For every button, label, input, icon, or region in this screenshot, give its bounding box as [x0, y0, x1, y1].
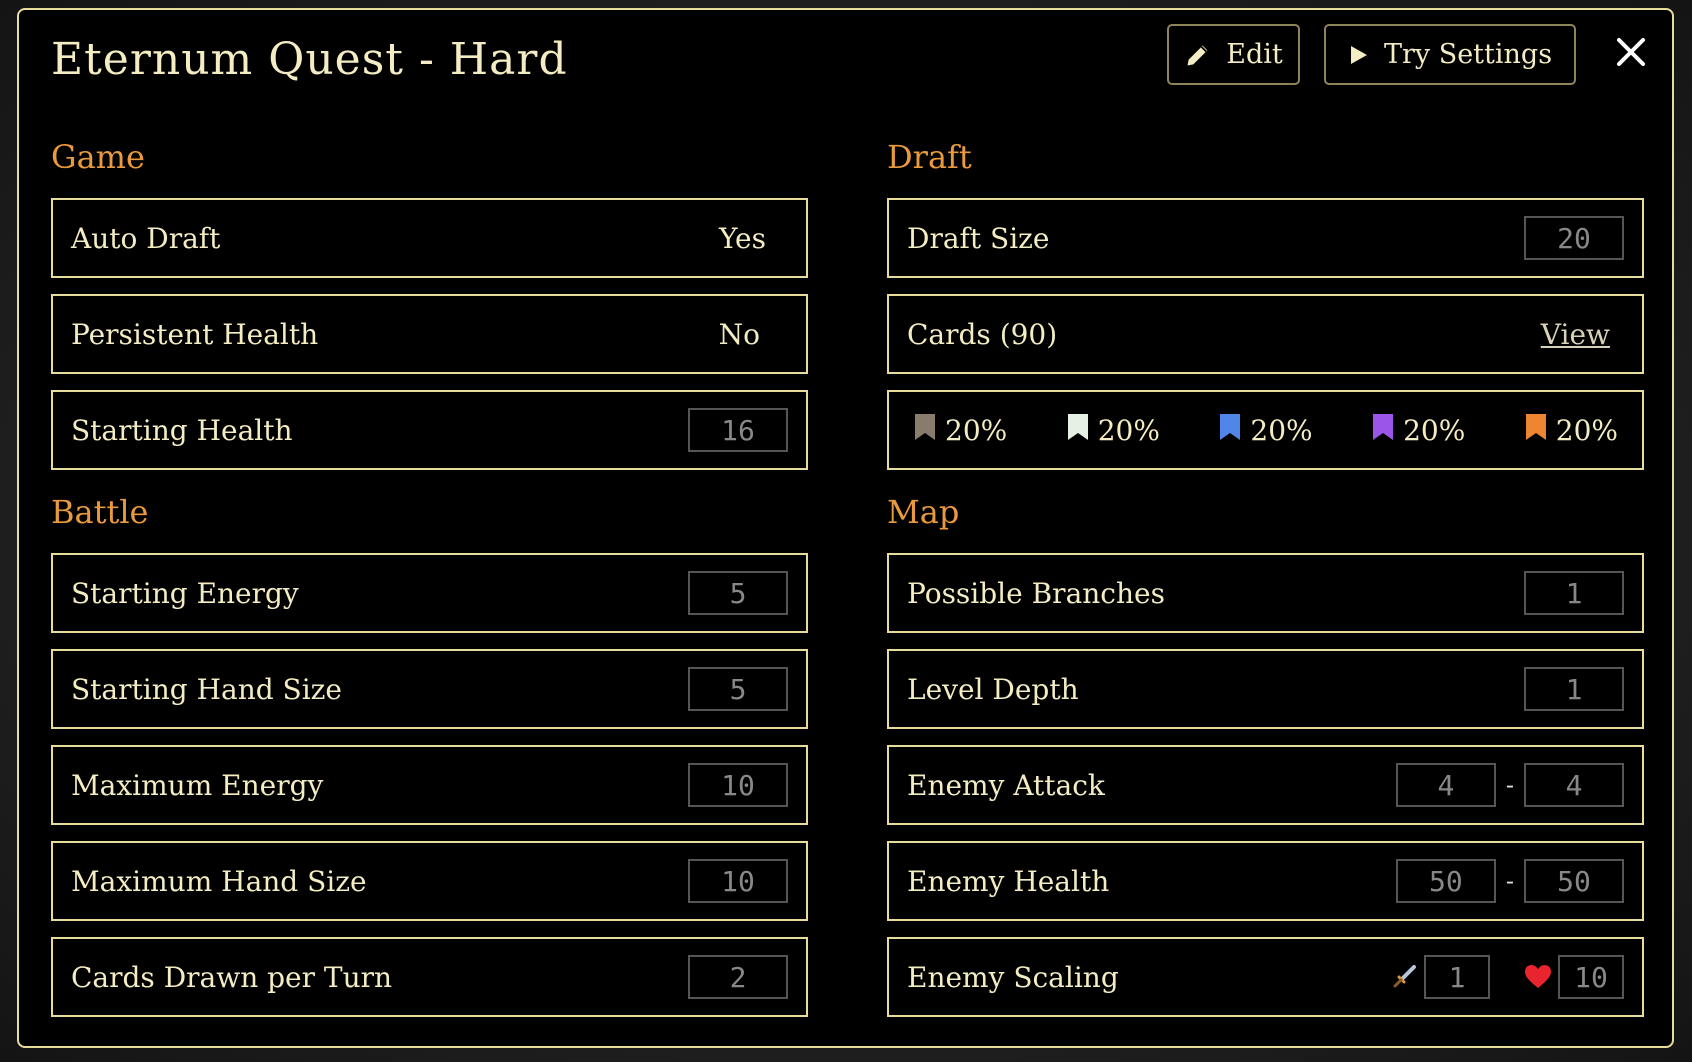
row-maximum-energy: Maximum Energy 10 — [51, 745, 808, 825]
section-title-game: Game — [51, 138, 145, 176]
starting-hand-size-label: Starting Hand Size — [71, 672, 343, 706]
maximum-energy-field[interactable]: 10 — [688, 763, 788, 807]
bookmark-icon — [1218, 412, 1242, 449]
maximum-energy-label: Maximum Energy — [71, 768, 324, 802]
bookmark-icon — [913, 412, 937, 449]
level-depth-field[interactable]: 1 — [1524, 667, 1624, 711]
edit-button[interactable]: Edit — [1167, 24, 1300, 85]
cards-label: Cards (90) — [907, 317, 1058, 351]
enemy-attack-label: Enemy Attack — [907, 768, 1105, 802]
possible-branches-field[interactable]: 1 — [1524, 571, 1624, 615]
enemy-health-max-field[interactable]: 50 — [1524, 859, 1624, 903]
rarity-legendary-value: 20% — [1555, 413, 1618, 447]
rarity-epic[interactable]: 20% — [1371, 412, 1465, 449]
row-enemy-health: Enemy Health 50 - 50 — [887, 841, 1644, 921]
rarity-epic-value: 20% — [1403, 413, 1466, 447]
rarity-rare[interactable]: 20% — [1218, 412, 1313, 449]
persistent-health-label: Persistent Health — [71, 317, 319, 351]
starting-energy-label: Starting Energy — [71, 576, 299, 610]
sword-icon — [1390, 963, 1418, 991]
row-starting-hand-size: Starting Hand Size 5 — [51, 649, 808, 729]
starting-health-field[interactable]: 16 — [688, 408, 788, 452]
range-dash: - — [1505, 771, 1514, 799]
cards-drawn-label: Cards Drawn per Turn — [71, 960, 393, 994]
scaling-attack-field[interactable]: 1 — [1424, 955, 1490, 999]
starting-energy-field[interactable]: 5 — [688, 571, 788, 615]
draft-size-field[interactable]: 20 — [1524, 216, 1624, 260]
view-cards-link[interactable]: View — [1541, 318, 1610, 351]
section-title-battle: Battle — [51, 493, 149, 531]
row-starting-energy: Starting Energy 5 — [51, 553, 808, 633]
row-cards-drawn-per-turn: Cards Drawn per Turn 2 — [51, 937, 808, 1017]
auto-draft-label: Auto Draft — [71, 221, 221, 255]
close-icon — [1615, 36, 1647, 72]
row-enemy-scaling: Enemy Scaling 1 10 — [887, 937, 1644, 1017]
row-persistent-health: Persistent Health No — [51, 294, 808, 374]
enemy-health-label: Enemy Health — [907, 864, 1110, 898]
enemy-attack-min-field[interactable]: 4 — [1395, 763, 1496, 807]
rarity-uncommon[interactable]: 20% — [1066, 412, 1160, 449]
section-title-draft: Draft — [887, 138, 972, 176]
persistent-health-value: No — [718, 317, 760, 351]
rarity-common-value: 20% — [945, 413, 1008, 447]
play-icon — [1348, 43, 1370, 67]
enemy-health-min-field[interactable]: 50 — [1395, 859, 1496, 903]
maximum-hand-size-field[interactable]: 10 — [688, 859, 788, 903]
rarity-legendary[interactable]: 20% — [1524, 412, 1618, 449]
row-enemy-attack: Enemy Attack 4 - 4 — [887, 745, 1644, 825]
row-level-depth: Level Depth 1 — [887, 649, 1644, 729]
auto-draft-value: Yes — [719, 221, 766, 255]
close-button[interactable] — [1611, 34, 1651, 74]
bookmark-icon — [1371, 412, 1395, 449]
row-draft-size: Draft Size 20 — [887, 198, 1644, 278]
row-possible-branches: Possible Branches 1 — [887, 553, 1644, 633]
row-maximum-hand-size: Maximum Hand Size 10 — [51, 841, 808, 921]
cards-drawn-field[interactable]: 2 — [688, 955, 788, 999]
possible-branches-label: Possible Branches — [907, 576, 1165, 610]
try-settings-label: Try Settings — [1383, 39, 1553, 70]
rarity-list: 20% 20% 20% 20% 20% — [889, 412, 1642, 449]
rarity-rare-value: 20% — [1250, 413, 1313, 447]
scaling-health-field[interactable]: 10 — [1558, 955, 1624, 999]
settings-modal: Eternum Quest - Hard Edit Try Settings G… — [17, 8, 1674, 1048]
range-dash: - — [1505, 867, 1514, 895]
rarity-uncommon-value: 20% — [1097, 413, 1160, 447]
pencil-icon — [1184, 41, 1212, 69]
row-starting-health: Starting Health 16 — [51, 390, 808, 470]
bookmark-icon — [1524, 412, 1548, 449]
enemy-attack-max-field[interactable]: 4 — [1524, 763, 1624, 807]
row-cards: Cards (90) View — [887, 294, 1644, 374]
maximum-hand-size-label: Maximum Hand Size — [71, 864, 367, 898]
starting-hand-size-field[interactable]: 5 — [688, 667, 788, 711]
draft-size-label: Draft Size — [907, 221, 1050, 255]
heart-icon — [1524, 964, 1552, 990]
rarity-common[interactable]: 20% — [913, 412, 1007, 449]
edit-button-label: Edit — [1226, 39, 1283, 70]
starting-health-label: Starting Health — [71, 413, 293, 447]
try-settings-button[interactable]: Try Settings — [1324, 24, 1576, 85]
modal-title: Eternum Quest - Hard — [51, 34, 568, 85]
bookmark-icon — [1066, 412, 1090, 449]
section-title-map: Map — [887, 493, 960, 531]
row-rarity-distribution: 20% 20% 20% 20% 20% — [887, 390, 1644, 470]
row-auto-draft: Auto Draft Yes — [51, 198, 808, 278]
level-depth-label: Level Depth — [907, 672, 1079, 706]
enemy-scaling-label: Enemy Scaling — [907, 960, 1119, 994]
